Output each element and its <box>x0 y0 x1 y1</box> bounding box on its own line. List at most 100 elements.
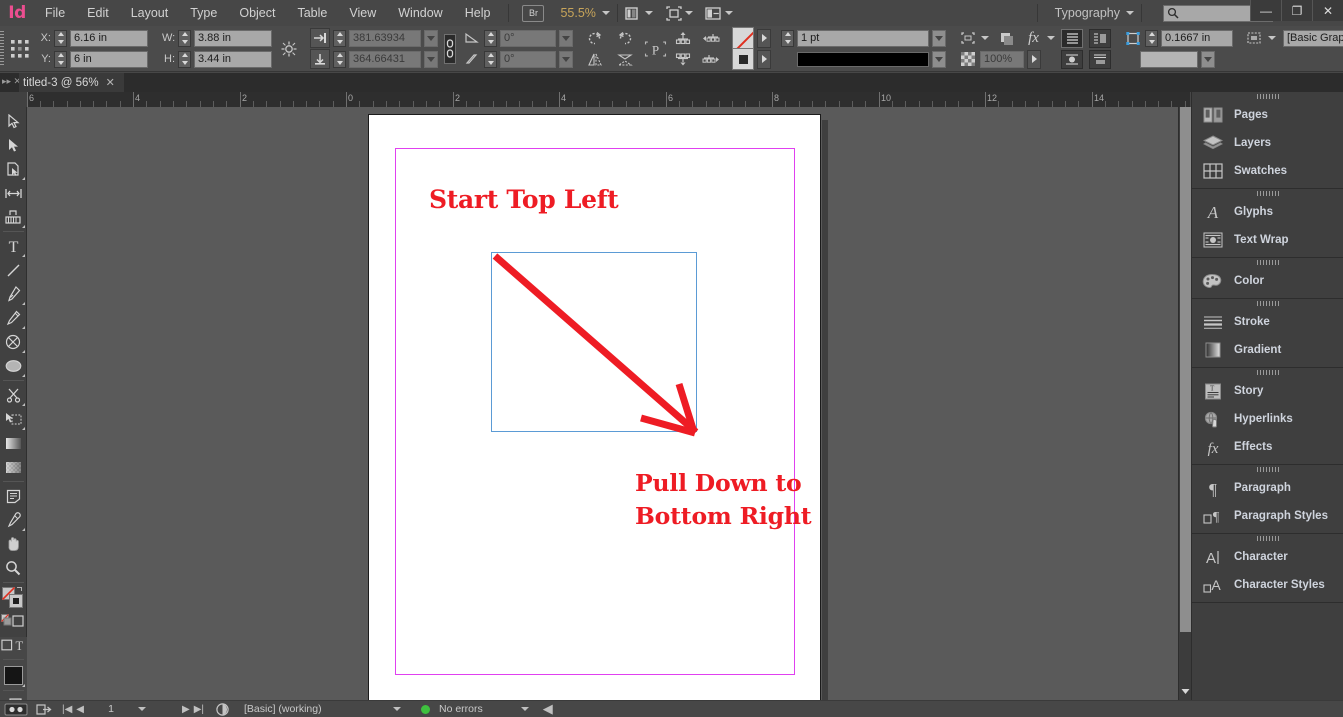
y-stepper[interactable] <box>54 50 67 68</box>
panel-button-stroke[interactable]: Stroke <box>1192 308 1343 336</box>
note-tool[interactable] <box>1 484 26 508</box>
vertical-scrollbar[interactable] <box>1178 107 1191 700</box>
close-tab-icon[interactable]: ✕ <box>106 76 115 89</box>
stroke-swatch-dropdown-icon[interactable] <box>757 49 771 69</box>
first-page-icon[interactable]: |◀ <box>62 704 72 715</box>
ellipse-tool[interactable] <box>1 354 26 378</box>
flip-vertical-icon[interactable] <box>615 51 634 68</box>
panel-button-story[interactable]: T Story <box>1192 377 1343 405</box>
stroke-weight-stepper[interactable] <box>781 29 794 47</box>
flip-horizontal-icon[interactable] <box>585 51 604 68</box>
effects-fx-button[interactable]: fx <box>1024 30 1043 47</box>
document-canvas[interactable]: Start Top Left Pull Down to Bottom Right <box>27 107 1190 700</box>
panel-button-text-wrap[interactable]: Text Wrap <box>1192 226 1343 254</box>
reference-point-proxy-icon[interactable] <box>10 30 30 68</box>
gradient-feather-tool[interactable] <box>1 455 26 479</box>
stroke-swatch-black[interactable] <box>732 48 754 70</box>
panel-button-paragraph[interactable]: ¶ Paragraph <box>1192 474 1343 502</box>
control-bar-grip[interactable] <box>0 30 4 67</box>
select-previous-icon[interactable] <box>701 30 720 47</box>
dock-grip-stroke[interactable] <box>1192 299 1343 308</box>
constrain-proportions-icon[interactable] <box>280 30 298 68</box>
menu-table[interactable]: Table <box>286 0 338 26</box>
menu-layout[interactable]: Layout <box>120 0 180 26</box>
window-minimize-button[interactable]: — <box>1250 0 1281 21</box>
preflight-status-dropdown-icon[interactable] <box>520 707 529 711</box>
hand-tool[interactable] <box>1 532 26 556</box>
direct-selection-tool[interactable] <box>1 133 26 157</box>
menu-file[interactable]: File <box>34 0 76 26</box>
line-tool[interactable] <box>1 258 26 282</box>
workspace-switcher[interactable]: Typography <box>1055 6 1120 20</box>
object-style-input[interactable]: [Basic Graphics Frame] <box>1283 29 1343 47</box>
scale-y-input[interactable]: 364.66431 <box>349 50 421 68</box>
panel-button-layers[interactable]: Layers <box>1192 129 1343 157</box>
panel-button-gradient[interactable]: Gradient <box>1192 336 1343 364</box>
shear-input[interactable]: 0° <box>500 50 556 68</box>
h-input[interactable]: 3.44 in <box>194 50 272 68</box>
previous-page-icon[interactable]: ◀ <box>76 704 84 715</box>
dock-grip-pages[interactable] <box>1192 92 1343 101</box>
preflight-icon[interactable] <box>215 702 230 716</box>
screen-mode-icon[interactable] <box>625 6 653 21</box>
scale-x-icon[interactable] <box>310 28 330 48</box>
opacity-input[interactable]: 100% <box>980 50 1024 68</box>
menu-object[interactable]: Object <box>228 0 286 26</box>
workspace-dropdown-icon[interactable] <box>1126 11 1134 15</box>
zoom-level-value[interactable]: 55.5% <box>560 6 595 20</box>
export-icon[interactable] <box>36 703 52 716</box>
formatting-affects-container-icon[interactable]: T <box>0 633 26 657</box>
apply-color-swatch[interactable] <box>1 662 26 688</box>
panel-button-swatches[interactable]: Swatches <box>1192 157 1343 185</box>
arrange-documents-icon[interactable] <box>705 6 733 21</box>
default-fill-stroke-icons[interactable] <box>1 611 26 633</box>
w-stepper[interactable] <box>178 29 191 47</box>
status-resize-handle[interactable]: ◀ <box>543 701 553 717</box>
preview-mode-icon[interactable] <box>665 5 693 21</box>
document-tab[interactable]: titled-3 @ 56% ✕ <box>19 73 124 92</box>
menu-view[interactable]: View <box>338 0 387 26</box>
fill-stroke-control[interactable] <box>1 585 26 611</box>
last-page-icon[interactable]: ▶| <box>194 704 204 715</box>
bring-forward-icon[interactable] <box>673 30 692 47</box>
red-arrow-graphic[interactable] <box>489 250 704 440</box>
page-number-dropdown-icon[interactable] <box>138 707 146 711</box>
free-transform-tool[interactable] <box>1 407 26 431</box>
document-page[interactable]: Start Top Left Pull Down to Bottom Right <box>368 114 821 700</box>
content-collector-tool[interactable] <box>1 205 26 229</box>
fill-swatch-none[interactable] <box>732 27 754 49</box>
x-input[interactable]: 6.16 in <box>70 29 148 47</box>
screen-mode-dropdown-icon[interactable] <box>644 11 653 15</box>
window-restore-button[interactable]: ❐ <box>1281 0 1312 21</box>
panel-button-character[interactable]: A Character <box>1192 543 1343 571</box>
panel-button-effects[interactable]: fx Effects <box>1192 433 1343 461</box>
dock-grip-paragraph[interactable] <box>1192 465 1343 474</box>
scale-y-stepper[interactable] <box>333 50 346 68</box>
text-frame-pull-down[interactable]: Pull Down to Bottom Right <box>635 467 812 533</box>
shear-dropdown-icon[interactable] <box>559 50 573 68</box>
scale-y-dropdown-icon[interactable] <box>424 50 438 68</box>
text-wrap-none-button[interactable] <box>1061 28 1083 48</box>
link-chain-icon[interactable] <box>444 33 456 64</box>
text-wrap-bounding-button[interactable] <box>1089 28 1111 48</box>
dock-grip-color[interactable] <box>1192 258 1343 267</box>
panel-button-character-styles[interactable]: A Character Styles <box>1192 571 1343 599</box>
send-backward-icon[interactable] <box>673 51 692 68</box>
corner-shape-icon[interactable] <box>1123 30 1142 47</box>
scale-y-icon[interactable] <box>310 49 330 69</box>
corner-style-preview[interactable] <box>1140 50 1198 68</box>
scale-x-input[interactable]: 381.63934 <box>349 29 421 47</box>
menu-edit[interactable]: Edit <box>76 0 120 26</box>
fill-swatch-dropdown-icon[interactable] <box>757 28 771 48</box>
rotate-counterclockwise-icon[interactable] <box>585 30 604 47</box>
shear-stepper[interactable] <box>484 50 497 68</box>
arrange-documents-dropdown-icon[interactable] <box>724 11 733 15</box>
menu-window[interactable]: Window <box>387 0 453 26</box>
y-input[interactable]: 6 in <box>70 50 148 68</box>
preview-mode-dropdown-icon[interactable] <box>684 11 693 15</box>
corner-radius-stepper[interactable] <box>1145 29 1158 47</box>
next-page-icon[interactable]: ▶ <box>182 704 190 715</box>
stroke-weight-input[interactable]: 1 pt <box>797 29 929 47</box>
menu-help[interactable]: Help <box>454 0 502 26</box>
w-input[interactable]: 3.88 in <box>194 29 272 47</box>
